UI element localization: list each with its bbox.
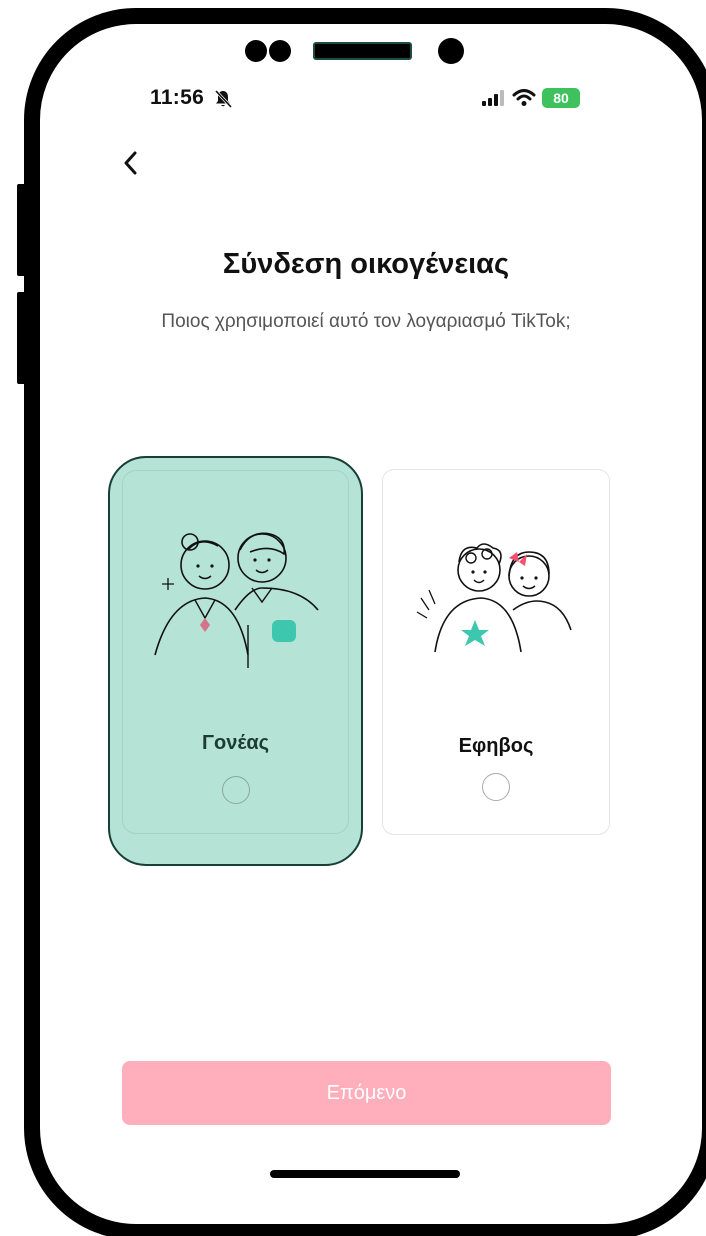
battery-level: 80	[553, 90, 569, 106]
next-button[interactable]: Επόμενο	[122, 1061, 611, 1125]
chevron-left-icon[interactable]	[118, 148, 144, 178]
option-label-teen: Εφηβος	[458, 735, 534, 757]
page-title: Σύνδεση οικογένειας	[222, 248, 510, 280]
camera-dot	[245, 40, 267, 62]
parents-illustration	[154, 532, 319, 668]
status-time: 11:56	[150, 86, 205, 109]
speaker-grille	[313, 42, 412, 60]
bell-slash-icon	[214, 89, 233, 109]
battery-charging-icon: 80	[542, 88, 580, 108]
page-subtitle: Ποιος χρησιμοποιεί αυτό τον λογαριασμό T…	[161, 311, 571, 332]
status-icons: 80	[482, 88, 580, 108]
radio-teen[interactable]	[482, 773, 510, 801]
home-indicator[interactable]	[270, 1170, 460, 1178]
wifi-icon	[512, 89, 536, 106]
screen: 11:56 80 Σύνδεση οικογένειας Ποιος χρησι…	[0, 0, 706, 1236]
camera-lens	[438, 38, 464, 64]
radio-parent[interactable]	[221, 776, 250, 804]
teens-illustration	[416, 543, 572, 653]
camera-dot	[269, 40, 291, 62]
option-label-parent: Γονέας	[201, 732, 270, 754]
cellular-signal-icon	[482, 90, 504, 106]
option-card-teen[interactable]: Εφηβος	[382, 469, 610, 835]
option-card-parent[interactable]: Γονέας	[108, 456, 363, 866]
